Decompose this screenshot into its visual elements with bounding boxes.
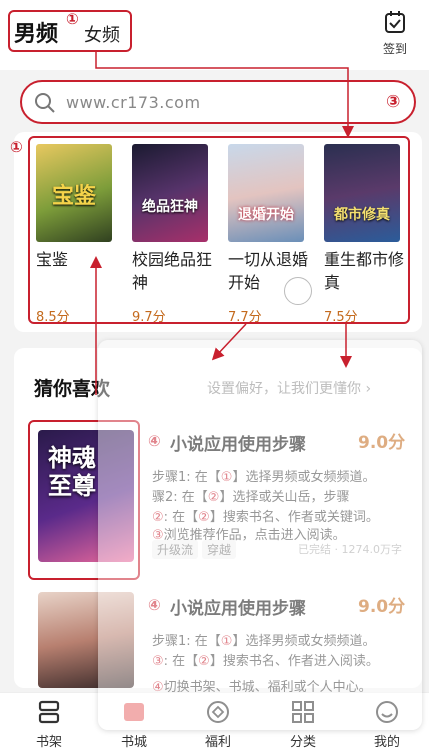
annotation-box-shelf [28,136,410,324]
search-icon [35,93,55,113]
annotation-box-tabs [8,10,132,52]
nav-label: 福利 [204,735,231,750]
nav-label: 分类 [289,735,316,750]
top-bar: 男频 ① 女频 签到 [0,0,429,70]
annotation-marker-3: ③ [386,92,401,112]
nav-label: 书城 [120,735,147,750]
nav-label: 书架 [35,735,62,750]
nav-label: 我的 [373,735,400,750]
nav-bookshelf[interactable]: 书架 [19,699,79,750]
checkin-button[interactable]: 签到 [375,10,415,57]
annotation-marker-1b: ① [10,138,23,156]
bookshelf-icon [38,700,60,724]
checkin-label: 签到 [382,42,407,56]
calendar-check-icon [385,11,405,33]
search-input[interactable]: www.cr173.com [66,93,201,112]
overlay-panel [98,340,422,730]
search-bar[interactable]: www.cr173.com ③ [20,80,416,124]
